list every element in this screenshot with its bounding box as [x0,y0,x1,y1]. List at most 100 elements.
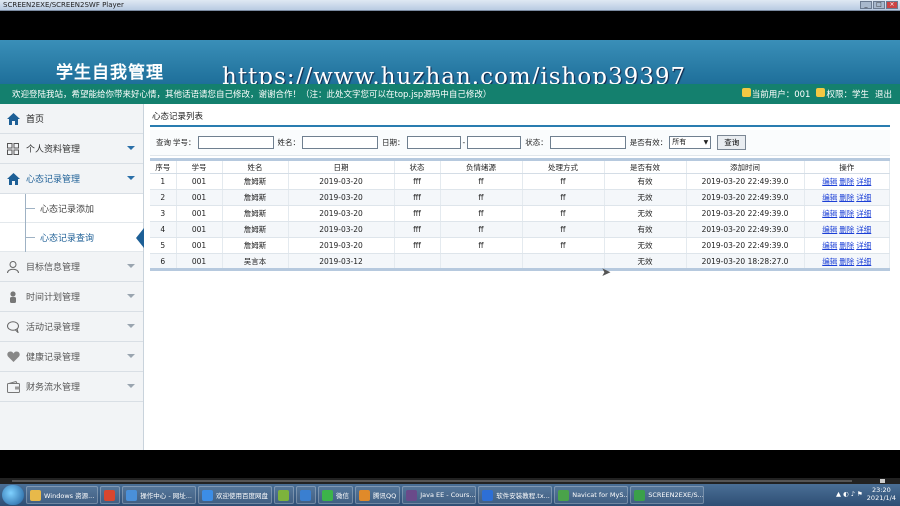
column-header: 负情绪源 [440,159,523,174]
detail-link[interactable]: 详细 [856,209,871,218]
table-row: 2 001 詹姆斯 2019-03-20 fff ff ff 无效 2019-03-20 22:… [150,189,890,206]
notice-text: 欢迎登陆我站，希望能给你带来好心情，其他话语请您自己修改，谢谢合作！（注：此处文… [12,90,492,100]
cell-method: ff [522,237,605,254]
system-tray: ▲ ◐ ♪ ⚑ 23:20 2021/1/4 [836,486,896,502]
maximize-button[interactable]: □ [873,1,885,9]
sidebar-item-health[interactable]: 健康记录管理 [0,342,143,372]
cell-valid: 无效 [604,189,687,206]
taskbar-item-label: SCREEN2EXE/S... [648,491,704,499]
taskbar-item[interactable]: Navicat for MyS... [554,486,629,504]
sidebar-item-home[interactable]: 首页 [0,104,143,134]
edit-link[interactable]: 编辑 [822,241,837,250]
main-content: 心态记录列表 查询 学号： 姓名： 日期： - 状态： 是否有效： 所有 查询 … [150,110,890,271]
clock-time: 23:20 [872,486,891,494]
app-icon [321,489,333,501]
header-banner: 学生自我管理 https://www.huzhan.com/ishop39397 [0,40,900,90]
detail-link[interactable]: 详细 [856,241,871,250]
player-title: SCREEN2EXE/SCREEN2SWF Player [3,1,124,9]
taskbar-item[interactable]: 微信 [317,486,353,504]
close-button[interactable]: × [886,1,898,9]
delete-link[interactable]: 删除 [839,241,854,250]
progress-knob[interactable] [880,479,885,483]
date-to-input[interactable] [467,136,522,149]
sidebar-item-label: 健康记录管理 [26,353,81,363]
system-title: 学生自我管理 [56,63,164,83]
sidebar-item-goals[interactable]: 目标信息管理 [0,252,143,282]
cell-method: ff [522,221,605,238]
date-from-input[interactable] [406,136,461,149]
taskbar-item[interactable] [100,486,121,504]
edit-link[interactable]: 编辑 [822,177,837,186]
sidebar-item-profile[interactable]: 个人资料管理 [0,134,143,164]
sidebar-item-time-plan[interactable]: 时间计划管理 [0,282,143,312]
sidebar-item-mood-records[interactable]: 心态记录管理 [0,164,143,194]
minimize-button[interactable]: _ [860,1,872,9]
cell-idx: 5 [150,237,177,254]
delete-link[interactable]: 删除 [839,257,854,266]
cell-name: 詹姆斯 [222,189,289,206]
delete-link[interactable]: 删除 [839,225,854,234]
detail-link[interactable]: 详细 [856,177,871,186]
taskbar-item[interactable]: 操作中心 - 网址... [122,486,196,504]
app-icon [634,489,646,501]
taskbar-item[interactable] [295,486,316,504]
sidebar-subitem-mood-query[interactable]: 心态记录查询 [0,223,144,252]
table-row: 4 001 詹姆斯 2019-03-20 fff ff ff 有效 2019-03-20 22:… [150,221,890,238]
cell-status: fff [394,189,441,206]
app-icon [406,489,418,501]
delete-link[interactable]: 删除 [839,209,854,218]
cell-actions: 编辑 删除 详细 [804,253,890,270]
panel-title: 心态记录列表 [150,110,890,127]
table-header-row: 序号 学号 姓名 日期 状态 负情绪源 处理方式 是否有效 添加时间 操作 [150,159,890,174]
column-header: 姓名 [222,159,289,174]
cell-method [522,253,605,270]
name-input[interactable] [302,136,378,149]
delete-link[interactable]: 删除 [839,177,854,186]
edit-link[interactable]: 编辑 [822,257,837,266]
taskbar-item[interactable]: 欢迎使用百度网盘 [197,486,272,504]
cell-sno: 001 [176,237,223,254]
column-header: 操作 [804,159,890,174]
edit-link[interactable]: 编辑 [822,225,837,234]
taskbar-item-label: 操作中心 - 网址... [140,492,192,500]
detail-link[interactable]: 详细 [856,257,871,266]
cell-method: ff [522,189,605,206]
app-screen: 学生自我管理 https://www.huzhan.com/ishop39397… [0,40,900,450]
cell-status: fff [394,221,441,238]
grid-icon [6,142,20,156]
edit-link[interactable]: 编辑 [822,209,837,218]
cell-valid: 有效 [604,221,687,238]
taskbar-item[interactable]: 软件安装教程.tx... [478,486,553,504]
taskbar-item[interactable]: Java EE - Cours... [402,486,477,504]
sidebar-item-label: 时间计划管理 [26,293,81,303]
status-label: 状态： [525,138,548,147]
query-button[interactable]: 查询 [717,135,747,150]
clock[interactable]: 23:20 2021/1/4 [867,486,896,502]
taskbar-item[interactable]: Windows 资源... [26,486,99,504]
cell-source: ff [440,189,523,206]
chevron-down-icon [127,354,135,358]
start-button[interactable] [2,485,24,505]
tray-icons[interactable]: ▲ ◐ ♪ ⚑ [836,490,863,498]
sidebar-subitem-mood-add[interactable]: 心态记录添加 [0,194,143,223]
valid-select[interactable]: 所有 [669,136,712,149]
taskbar-item[interactable]: 腾讯QQ [354,486,401,504]
sidebar-item-activities[interactable]: 活动记录管理 [0,312,143,342]
student-no-input[interactable] [197,136,274,149]
home-icon [6,172,20,186]
delete-link[interactable]: 删除 [839,193,854,202]
sidebar-item-finance[interactable]: 财务流水管理 [0,372,143,402]
edit-link[interactable]: 编辑 [822,193,837,202]
detail-link[interactable]: 详细 [856,225,871,234]
cell-time: 2019-03-20 22:49:39.0 [686,189,805,206]
taskbar-item[interactable] [273,486,294,504]
sidebar-item-label: 财务流水管理 [26,383,81,393]
detail-link[interactable]: 详细 [856,193,871,202]
logout-link[interactable]: 退出 [875,88,892,100]
app-icon [126,489,138,501]
cell-date: 2019-03-20 [288,189,395,206]
status-input[interactable] [549,136,626,149]
user-icon [6,260,20,274]
taskbar-item[interactable]: SCREEN2EXE/S... [630,486,705,504]
user-icon [741,88,751,97]
